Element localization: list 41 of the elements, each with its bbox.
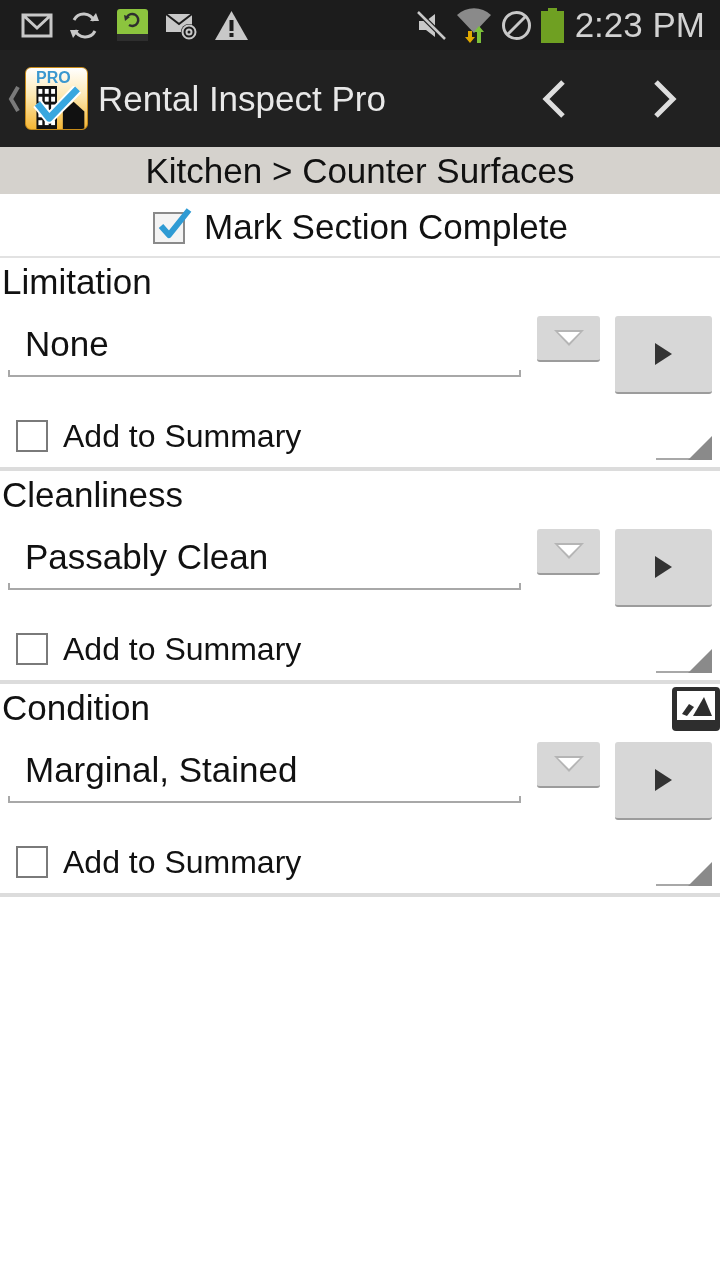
blocked-icon (500, 9, 532, 41)
caret-icon (552, 755, 585, 773)
checkbox-label: Mark Section Complete (204, 207, 568, 247)
image-icon[interactable] (672, 687, 720, 731)
mute-icon (415, 9, 447, 41)
caret-icon (552, 329, 585, 347)
checkbox[interactable] (16, 419, 48, 452)
logo-badge-text: PRO (35, 68, 71, 86)
back-chevron-icon[interactable] (8, 84, 20, 113)
checkbox-label: Add to Summary (63, 842, 302, 881)
play-button[interactable] (615, 316, 712, 394)
checkbox[interactable] (152, 205, 193, 245)
breadcrumb-bar: Kitchen > Counter Surfaces (0, 147, 720, 194)
checkbox[interactable] (16, 632, 48, 665)
section-label: Cleanliness (2, 475, 183, 515)
checkbox[interactable] (16, 845, 48, 878)
play-icon (655, 343, 672, 365)
corner-triangle-icon (656, 435, 712, 460)
play-button[interactable] (615, 529, 712, 607)
dropdown-button[interactable] (537, 316, 600, 362)
play-icon (655, 769, 672, 791)
app-title: Rental Inspect Pro (98, 77, 386, 120)
caret-icon (552, 542, 585, 560)
clock-time: 2:23 PM (574, 5, 705, 45)
mail-icon (21, 12, 53, 38)
checkbox-label: Add to Summary (63, 416, 302, 455)
chevron-right-icon (651, 78, 678, 119)
chevron-left-icon (540, 78, 567, 119)
play-icon (655, 556, 672, 578)
drive-icon (116, 8, 149, 42)
corner-triangle-icon (656, 861, 712, 886)
dropdown-button[interactable] (537, 742, 600, 788)
corner-triangle-icon (656, 648, 712, 673)
checkbox-label: Add to Summary (63, 629, 302, 668)
wifi-icon (455, 6, 492, 44)
battery-icon (540, 7, 564, 43)
play-button[interactable] (615, 742, 712, 820)
warning-icon (214, 9, 249, 41)
section-label: Limitation (2, 262, 152, 302)
dropdown-button[interactable] (537, 529, 600, 575)
section-label: Condition (2, 688, 150, 728)
